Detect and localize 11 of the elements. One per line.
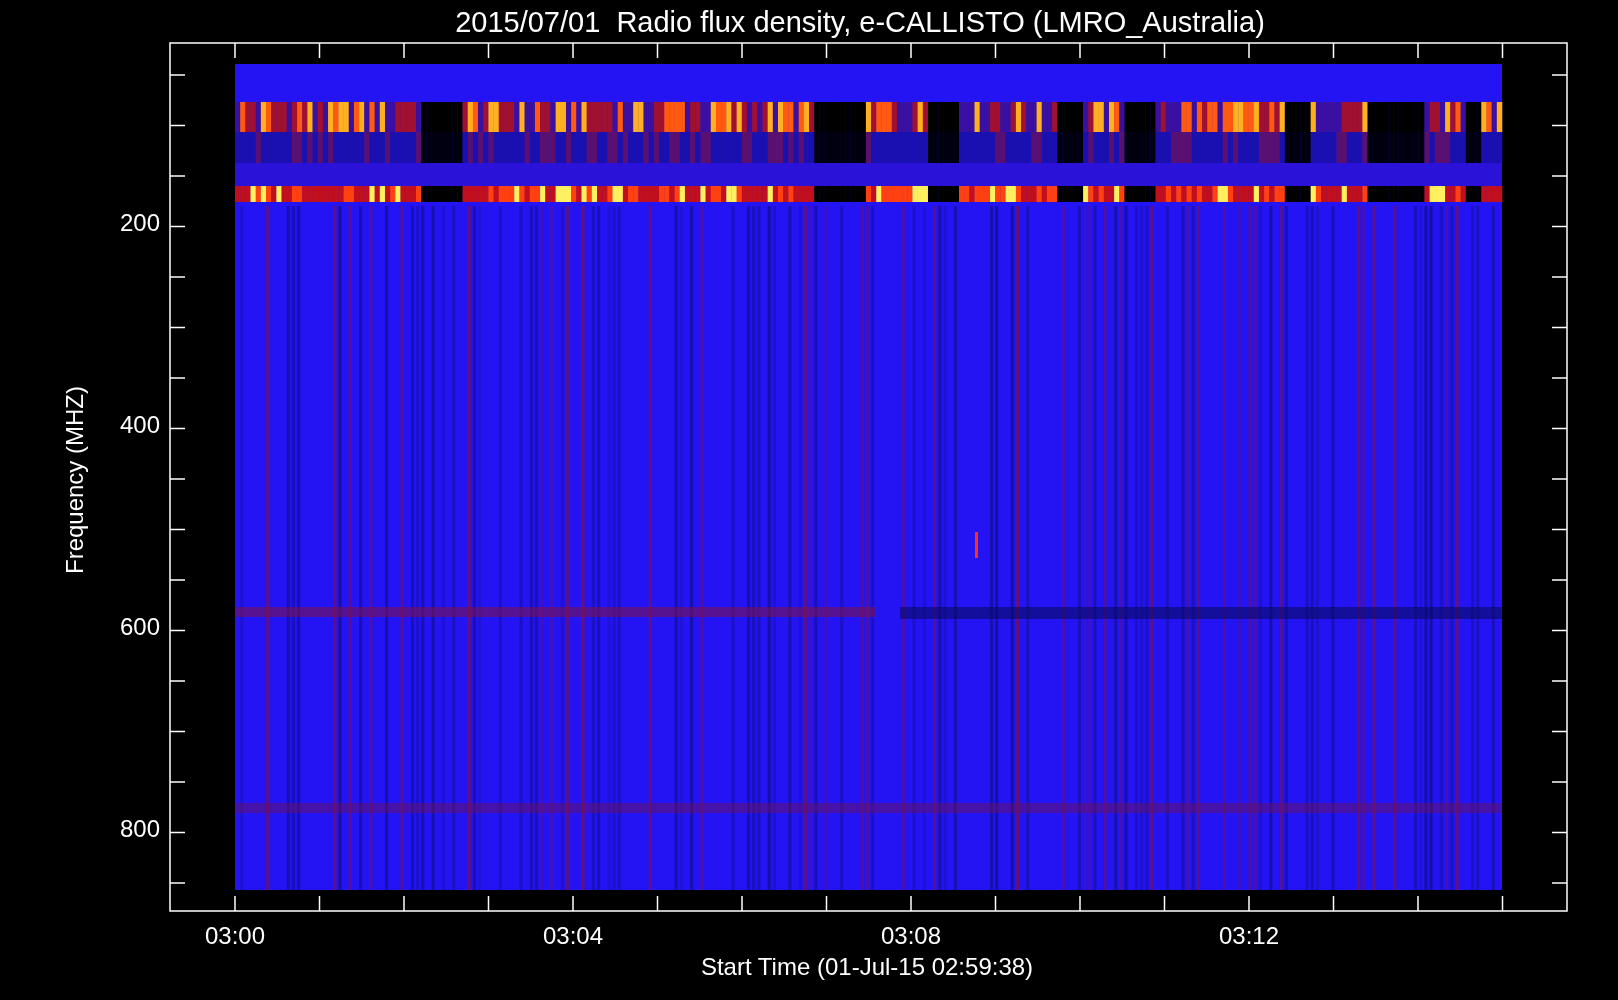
- x-tick-label: 03:00: [204, 922, 266, 949]
- chart-title: 2015/07/01 Radio flux density, e-CALLISTO (LMRO_Australia): [455, 6, 1265, 38]
- x-tick-label: 03:12: [1218, 922, 1280, 949]
- x-tick-label: 03:04: [542, 922, 604, 949]
- x-axis-label: Start Time (01-Jul-15 02:59:38): [700, 953, 1034, 980]
- y-tick-label: 600: [119, 613, 160, 640]
- x-tick-label: 03:08: [880, 922, 942, 949]
- y-axis-label: Frequency (MHZ): [61, 386, 88, 574]
- y-tick-label: 200: [119, 209, 160, 236]
- y-tick-label: 800: [119, 815, 160, 842]
- y-tick-label: 400: [119, 411, 160, 438]
